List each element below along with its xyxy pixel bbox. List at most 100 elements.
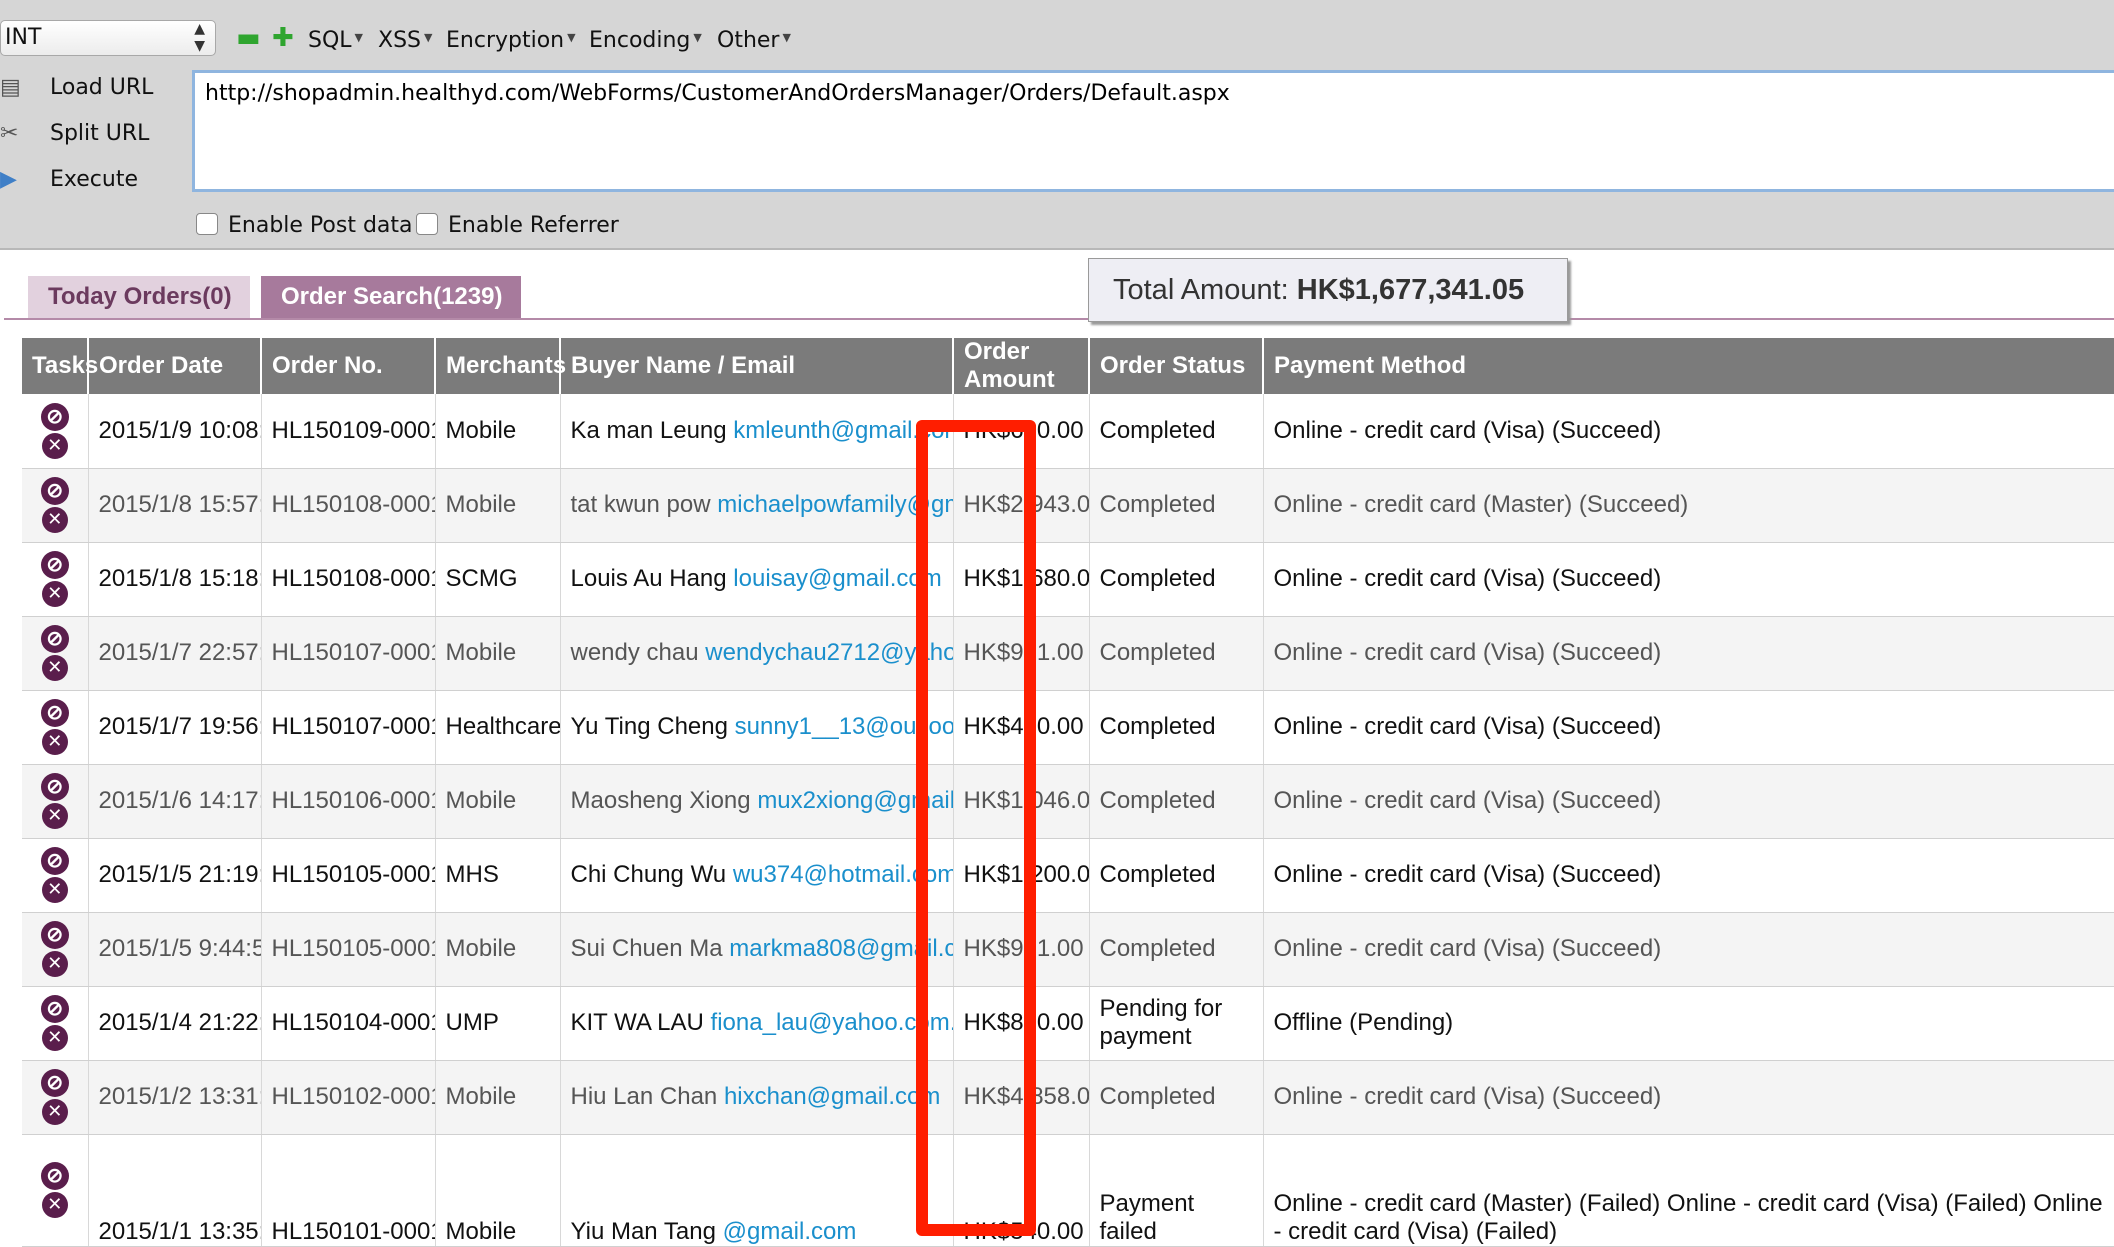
order-date: 2015/1/5 9:44:50 xyxy=(88,912,262,987)
order-no[interactable]: HL150102-0001683 xyxy=(261,1060,436,1135)
cancel-order-icon[interactable]: ⊘ xyxy=(40,1069,69,1097)
order-no[interactable]: HL150109-0001692 xyxy=(261,394,436,469)
buyer-cell: tat kwun pow michaelpowfamily@gmail.com xyxy=(560,468,954,543)
enable-post-checkbox[interactable]: Enable Post data xyxy=(196,212,413,240)
delete-order-icon[interactable]: ✕ xyxy=(41,951,68,977)
cancel-order-icon[interactable]: ⊘ xyxy=(40,699,69,727)
payment-method: Online - credit card (Master) (Succeed) xyxy=(1263,468,2114,543)
tab-today-orders[interactable]: Today Orders(0) xyxy=(28,276,250,318)
url-input[interactable]: http://shopadmin.healthyd.com/WebForms/C… xyxy=(192,70,2114,192)
cancel-order-icon[interactable]: ⊘ xyxy=(40,402,69,431)
order-no[interactable]: HL150105-0001686 xyxy=(261,838,436,913)
order-status: Completed xyxy=(1089,1060,1264,1135)
checkbox-box[interactable] xyxy=(196,213,218,235)
order-no[interactable]: HL150107-0001688 xyxy=(261,690,436,765)
menu-sql-label: SQL xyxy=(308,28,352,53)
tasks-cell: ⊘ ✕ xyxy=(22,616,89,691)
header-buyer[interactable]: Buyer Name / Email xyxy=(560,338,954,394)
hackbar-toolbar: INT ▲ ▼ ▬ ✚ SQL ▼ XSS ▼ Encryption ▼ Encodin… xyxy=(0,0,2114,250)
caret-down-icon: ▼ xyxy=(693,31,702,44)
delete-order-icon[interactable]: ✕ xyxy=(41,655,68,681)
tasks-cell: ⊘ ✕ xyxy=(22,986,89,1061)
buyer-name: Chi Chung Wu xyxy=(570,861,727,888)
cancel-order-icon[interactable]: ⊘ xyxy=(40,773,69,801)
increase-icon[interactable]: ✚ xyxy=(272,24,294,52)
buyer-email-link[interactable]: louisay@gmail.com xyxy=(733,565,941,592)
order-date: 2015/1/8 15:18:26 xyxy=(88,542,262,617)
caret-down-icon: ▼ xyxy=(424,31,433,44)
order-no[interactable]: HL150107-0001689 xyxy=(261,616,436,691)
total-amount-value: HK$1,677,341.05 xyxy=(1296,274,1525,306)
header-payment-method[interactable]: Payment Method xyxy=(1263,338,2114,394)
menu-xss[interactable]: XSS ▼ xyxy=(378,22,432,57)
order-date: 2015/1/1 13:35:46 xyxy=(88,1134,262,1247)
delete-order-icon[interactable]: ✕ xyxy=(41,507,68,533)
header-order-status[interactable]: Order Status xyxy=(1089,338,1264,394)
order-date: 2015/1/7 19:56:30 xyxy=(88,690,262,765)
delete-order-icon[interactable]: ✕ xyxy=(41,1099,68,1125)
enable-referrer-checkbox[interactable]: Enable Referrer xyxy=(416,212,619,240)
cancel-order-icon[interactable]: ⊘ xyxy=(40,1162,69,1190)
header-tasks: Tasks xyxy=(22,338,98,394)
checkbox-box[interactable] xyxy=(416,213,438,235)
order-no[interactable]: HL150105-0001685 xyxy=(261,912,436,987)
cancel-order-icon[interactable]: ⊘ xyxy=(40,625,69,653)
delete-order-icon[interactable]: ✕ xyxy=(41,877,68,903)
buyer-email-link[interactable]: @gmail.com xyxy=(723,1218,857,1245)
cancel-order-icon[interactable]: ⊘ xyxy=(40,551,69,579)
delete-order-icon[interactable]: ✕ xyxy=(41,803,68,829)
header-order-amount[interactable]: Order Amount xyxy=(953,338,1090,394)
load-url-icon: ▤ xyxy=(0,75,21,100)
table-row: ⊘✕2015/1/5 9:44:50HL150105-0001685Mobile… xyxy=(22,912,2114,987)
order-no[interactable]: HL150104-0001684 xyxy=(261,986,436,1061)
caret-down-icon: ▼ xyxy=(782,31,791,44)
order-date: 2015/1/2 13:31:43 xyxy=(88,1060,262,1135)
table-row: ⊘✕2015/1/8 15:57:46HL150108-0001691Mobil… xyxy=(22,468,2114,543)
header-order-no[interactable]: Order No. xyxy=(261,338,436,394)
buyer-email-link[interactable]: mux2xiong@gmail.com xyxy=(757,787,952,814)
delete-order-icon[interactable]: ✕ xyxy=(41,432,68,459)
order-amount: HK$1,680.00 xyxy=(953,542,1090,617)
buyer-email-link[interactable]: michaelpowfamily@gmail.com xyxy=(717,491,952,518)
order-no[interactable]: HL150106-0001687 xyxy=(261,764,436,839)
menu-sql[interactable]: SQL ▼ xyxy=(308,22,363,57)
buyer-email-link[interactable]: wendychau2712@yahoo.com.hk xyxy=(705,639,952,666)
execute-label: Execute xyxy=(50,167,138,192)
decrease-icon[interactable]: ▬ xyxy=(236,24,261,52)
buyer-email-link[interactable]: kmleunth@gmail.com xyxy=(733,417,952,444)
header-order-date[interactable]: Order Date xyxy=(88,338,262,394)
header-merchants[interactable]: Merchants xyxy=(435,338,566,394)
order-amount: HK$480.00 xyxy=(953,690,1090,765)
select-arrows-icon: ▲ ▼ xyxy=(194,21,205,54)
cancel-order-icon[interactable]: ⊘ xyxy=(40,847,69,875)
order-no[interactable]: HL150101-0001682 xyxy=(261,1134,436,1247)
buyer-name: Sui Chuen Ma xyxy=(570,935,723,962)
buyer-email-link[interactable]: sunny1__13@outlook.com xyxy=(735,713,952,740)
merchant: Mobile xyxy=(435,468,561,543)
cancel-order-icon[interactable]: ⊘ xyxy=(40,995,69,1023)
delete-order-icon[interactable]: ✕ xyxy=(41,581,68,607)
table-header-row: Tasks Order Date Order No. Merchants Buy… xyxy=(22,338,2114,394)
buyer-name: Yiu Man Tang xyxy=(570,1217,716,1245)
menu-encryption[interactable]: Encryption ▼ xyxy=(446,22,576,57)
menu-encoding[interactable]: Encoding ▼ xyxy=(589,22,702,57)
menu-other[interactable]: Other ▼ xyxy=(717,22,791,57)
order-date: 2015/1/5 21:19:07 xyxy=(88,838,262,913)
delete-order-icon[interactable]: ✕ xyxy=(41,729,68,755)
tab-order-search[interactable]: Order Search(1239) xyxy=(261,276,521,318)
buyer-email-link[interactable]: wu374@hotmail.com xyxy=(733,861,952,888)
order-no[interactable]: HL150108-0001690 xyxy=(261,542,436,617)
order-date: 2015/1/4 21:22:39 xyxy=(88,986,262,1061)
order-no[interactable]: HL150108-0001691 xyxy=(261,468,436,543)
buyer-email-link[interactable]: hixchan@gmail.com xyxy=(724,1083,940,1110)
buyer-email-link[interactable]: markma808@gmail.com xyxy=(729,935,952,962)
cancel-order-icon[interactable]: ⊘ xyxy=(40,477,69,505)
delete-order-icon[interactable]: ✕ xyxy=(41,1192,68,1218)
buyer-email-link[interactable]: fiona_lau@yahoo.com.hk xyxy=(711,1009,952,1036)
merchant: UMP xyxy=(435,986,561,1061)
table-row: ⊘✕2015/1/9 10:08:36HL150109-0001692Mobil… xyxy=(22,394,2114,469)
cancel-order-icon[interactable]: ⊘ xyxy=(40,921,69,949)
type-select[interactable]: INT ▲ ▼ xyxy=(0,20,216,56)
delete-order-icon[interactable]: ✕ xyxy=(41,1025,68,1051)
payment-method: Online - credit card (Visa) (Succeed) xyxy=(1263,394,2114,469)
